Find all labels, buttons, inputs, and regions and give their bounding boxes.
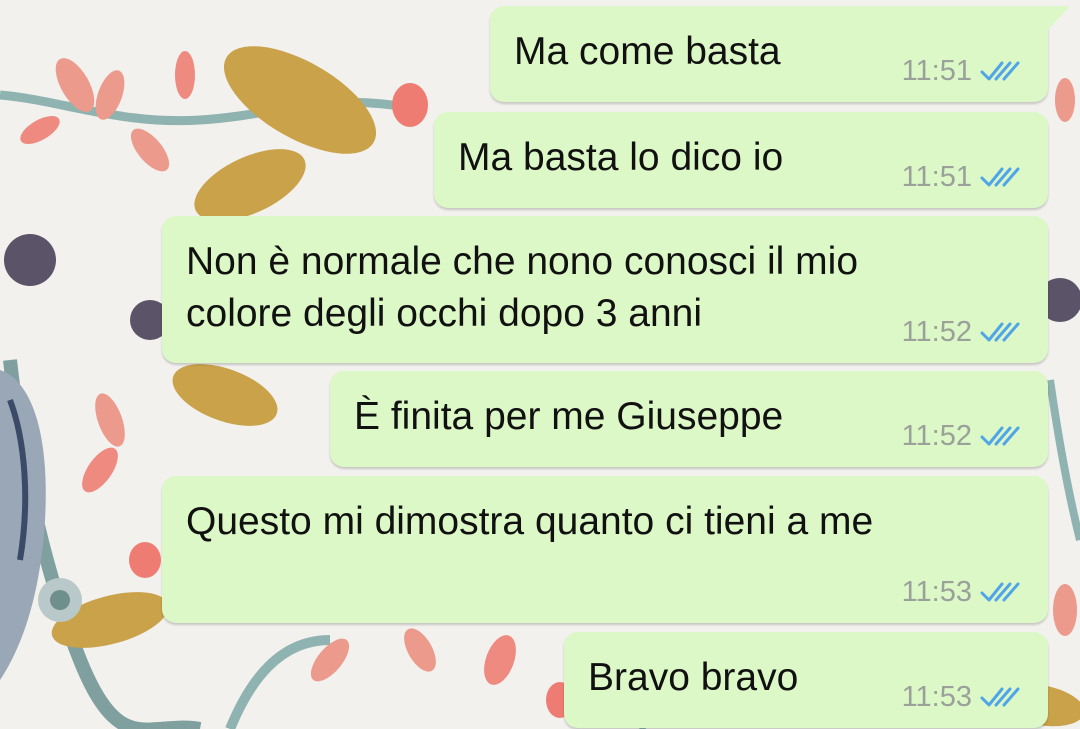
message-text: È finita per me Giuseppe (354, 395, 784, 438)
read-double-tick-icon (980, 322, 1020, 342)
message-bubble-outgoing[interactable]: Questo mi dimostra quanto ci tieni a me … (162, 476, 1048, 623)
message-bubble-outgoing[interactable]: Bravo bravo 11:53 (564, 632, 1048, 728)
message-text: Ma basta lo dico io (458, 136, 784, 179)
message-time: 11:53 (901, 576, 972, 608)
read-double-tick-icon (980, 167, 1020, 187)
message-meta: 11:53 (902, 577, 1022, 607)
message-text: Non è normale che nono conosci il mio co… (186, 240, 859, 335)
message-time: 11:52 (901, 316, 972, 348)
message-time: 11:53 (901, 681, 972, 713)
message-text: Ma come basta (514, 30, 781, 73)
message-meta: 11:52 (902, 421, 1022, 451)
read-double-tick-icon (980, 582, 1020, 602)
read-double-tick-icon (980, 61, 1020, 81)
message-meta: 11:53 (902, 682, 1022, 712)
message-meta: 11:52 (902, 317, 1022, 347)
message-bubble-outgoing[interactable]: Ma come basta 11:51 (490, 6, 1070, 102)
message-meta: 11:51 (902, 162, 1022, 192)
message-bubble-outgoing[interactable]: Non è normale che nono conosci il mio co… (162, 216, 1048, 363)
message-bubble-outgoing[interactable]: È finita per me Giuseppe 11:52 (330, 371, 1048, 467)
message-text: Bravo bravo (588, 656, 799, 699)
bubble-tail (1046, 6, 1070, 32)
read-double-tick-icon (980, 426, 1020, 446)
chat-messages-area: Ma come basta 11:51 Ma basta lo dico io … (0, 0, 1080, 729)
message-text: Questo mi dimostra quanto ci tieni a me (186, 500, 874, 543)
message-time: 11:51 (901, 55, 972, 87)
message-time: 11:52 (901, 420, 972, 452)
message-meta: 11:51 (902, 56, 1022, 86)
message-time: 11:51 (901, 161, 972, 193)
message-bubble-outgoing[interactable]: Ma basta lo dico io 11:51 (434, 112, 1048, 208)
read-double-tick-icon (980, 687, 1020, 707)
